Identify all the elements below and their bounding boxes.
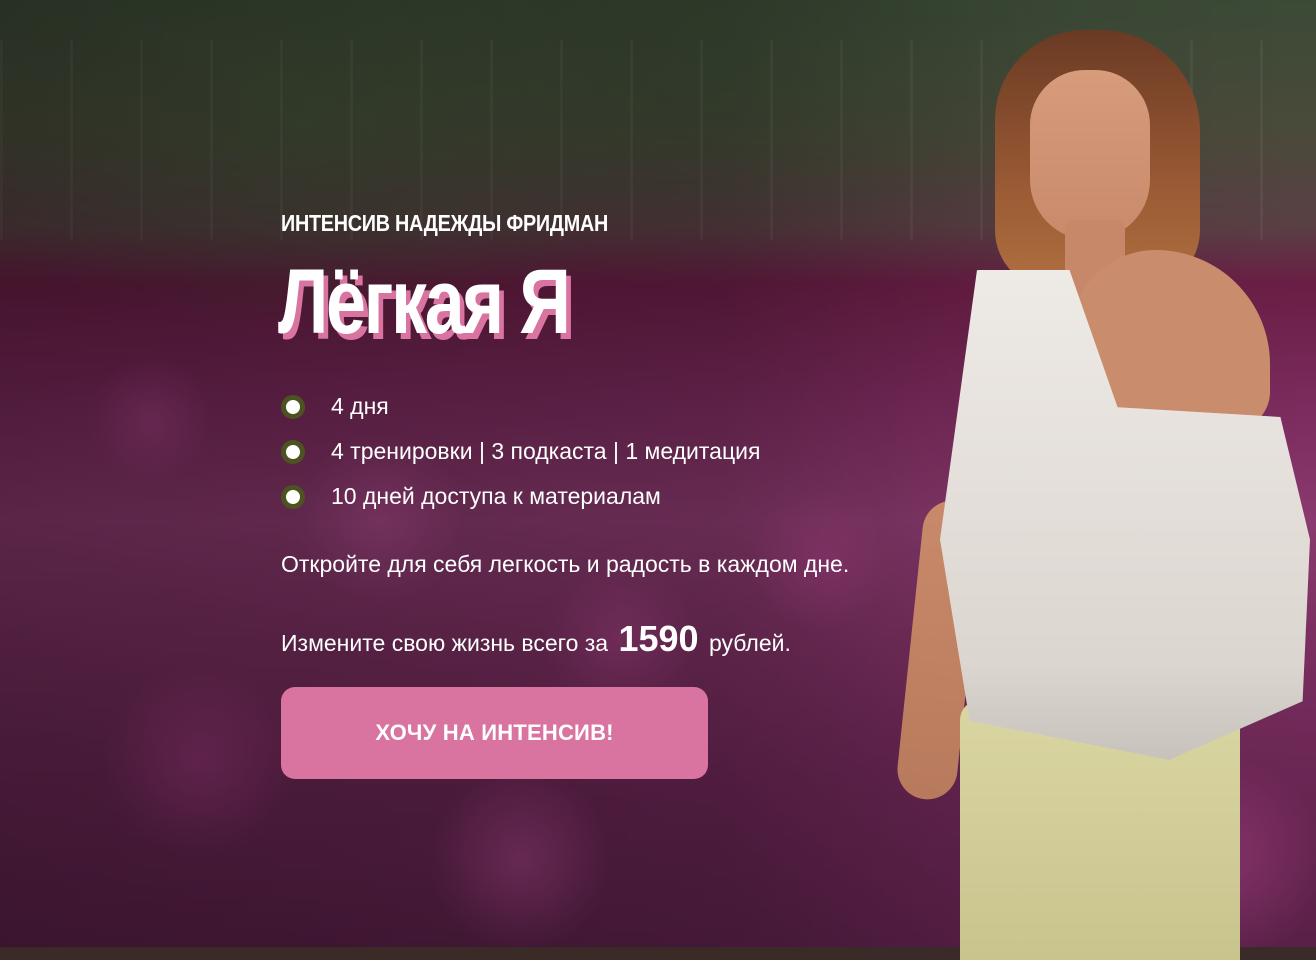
hero-eyebrow: ИНТЕНСИВ НАДЕЖДЫ ФРИДМАН: [281, 210, 609, 236]
person-face: [1030, 70, 1150, 240]
price-amount: 1590: [618, 618, 699, 659]
bullet-circle-icon: [281, 484, 305, 509]
feature-item: 10 дней доступа к материалам: [281, 474, 941, 519]
feature-item: 4 тренировки | 3 подкаста | 1 медитация: [281, 429, 941, 474]
feature-text: 10 дней доступа к материалам: [331, 483, 661, 509]
hero-content: ИНТЕНСИВ НАДЕЖДЫ ФРИДМАН Лёгкая Я 4 дня …: [278, 208, 941, 779]
bullet-circle-icon: [281, 394, 305, 419]
price-suffix: рублей.: [708, 630, 791, 656]
feature-list: 4 дня 4 тренировки | 3 подкаста | 1 меди…: [281, 384, 941, 519]
feature-item: 4 дня: [281, 384, 941, 429]
hero-person-photo: [894, 0, 1316, 960]
price-line: Измените свою жизнь всего за 1590 рублей…: [281, 619, 941, 659]
join-intensive-button[interactable]: ХОЧУ НА ИНТЕНСИВ!: [281, 687, 708, 779]
feature-text: 4 тренировки | 3 подкаста | 1 медитация: [331, 438, 761, 464]
hero-tagline: Откройте для себя легкость и радость в к…: [281, 551, 850, 577]
bullet-circle-icon: [281, 439, 305, 464]
price-prefix: Измените свою жизнь всего за: [281, 630, 609, 656]
hero-title: Лёгкая Я: [278, 251, 571, 353]
feature-text: 4 дня: [331, 393, 389, 419]
